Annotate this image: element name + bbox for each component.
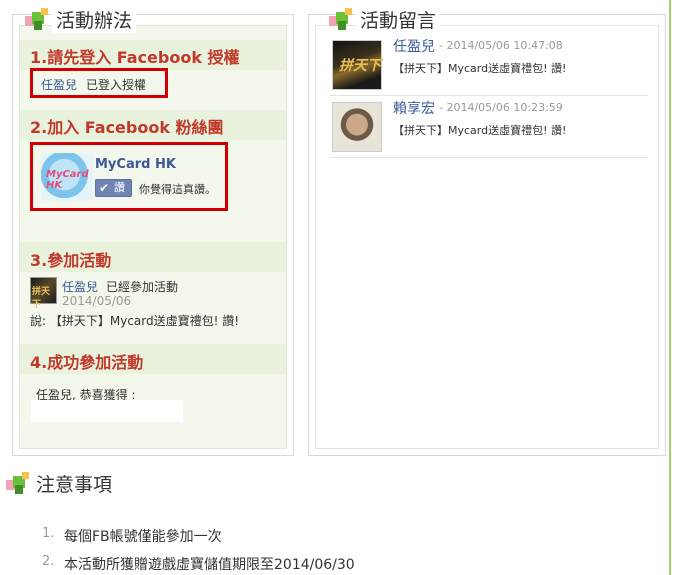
like-button[interactable]: ✔ 讚	[95, 179, 132, 197]
notes-title: 注意事項	[32, 470, 117, 497]
comment-item: 拼天下 任盈兒 - 2014/05/06 10:47:08 【拼天下】Mycar…	[330, 36, 648, 96]
step4-header: 4.成功參加活動	[20, 344, 286, 374]
section-logo-icon	[25, 8, 49, 32]
prize-code-box	[31, 400, 183, 422]
note-number: 2.	[42, 554, 55, 569]
participant-post-text: 說: 【拼天下】Mycard送虛寶禮包! 讚!	[30, 314, 240, 328]
step3-title: 3.參加活動	[30, 251, 112, 270]
like-status-text: 你覺得這真讚。	[139, 183, 216, 196]
participant-name-link[interactable]: 任盈兒	[62, 278, 98, 295]
commenter-avatar[interactable]: 拼天下	[332, 40, 382, 90]
note-number: 1.	[42, 526, 55, 541]
step2-header: 2.加入 Facebook 粉絲團	[20, 110, 286, 140]
page-right-border	[669, 0, 671, 575]
like-button-label: 讚	[114, 181, 125, 194]
facebook-login-status[interactable]: 任盈兒 已登入授權	[30, 68, 168, 98]
facebook-fanpage-widget: MyCard HK MyCard HK ✔ 讚 你覺得這真讚。	[30, 142, 228, 211]
commenter-name-link[interactable]: 任盈兒	[393, 36, 435, 56]
comments-title: 活動留言	[356, 6, 441, 33]
comment-text: 【拼天下】Mycard送虛寶禮包! 讚!	[393, 124, 567, 137]
step4-title: 4.成功參加活動	[30, 353, 144, 372]
login-user-name[interactable]: 任盈兒	[41, 76, 77, 93]
step3-header: 3.參加活動	[20, 242, 286, 272]
participation-date: 2014/05/06	[62, 294, 132, 308]
section-logo-icon	[6, 472, 30, 496]
participation-status: 已經參加活動	[106, 280, 179, 294]
fanpage-name-link[interactable]: MyCard HK	[95, 157, 176, 172]
section-logo-icon	[329, 8, 353, 32]
checkmark-icon: ✔	[99, 181, 110, 195]
login-status-text: 已登入授權	[86, 78, 147, 92]
participant-avatar[interactable]: 拼天下	[30, 277, 57, 310]
comment-time: - 2014/05/06 10:23:59	[439, 101, 563, 114]
comment-time: - 2014/05/06 10:47:08	[439, 39, 563, 52]
note-text: 本活動所獲贈遊戲虛寶儲值期限至2014/06/30	[64, 557, 355, 573]
fanpage-avatar[interactable]: MyCard HK	[41, 153, 93, 201]
activity-rules-title: 活動辦法	[52, 6, 137, 33]
commenter-avatar[interactable]	[332, 102, 382, 152]
commenter-name-link[interactable]: 賴享宏	[393, 98, 435, 118]
comment-item: 賴享宏 - 2014/05/06 10:23:59 【拼天下】Mycard送虛寶…	[330, 98, 648, 158]
note-text: 每個FB帳號僅能參加一次	[64, 529, 222, 545]
comment-text: 【拼天下】Mycard送虛寶禮包! 讚!	[393, 62, 567, 75]
step1-title: 1.請先登入 Facebook 授權	[30, 48, 240, 67]
step1-header: 1.請先登入 Facebook 授權	[20, 40, 286, 70]
step2-title: 2.加入 Facebook 粉絲團	[30, 118, 224, 137]
